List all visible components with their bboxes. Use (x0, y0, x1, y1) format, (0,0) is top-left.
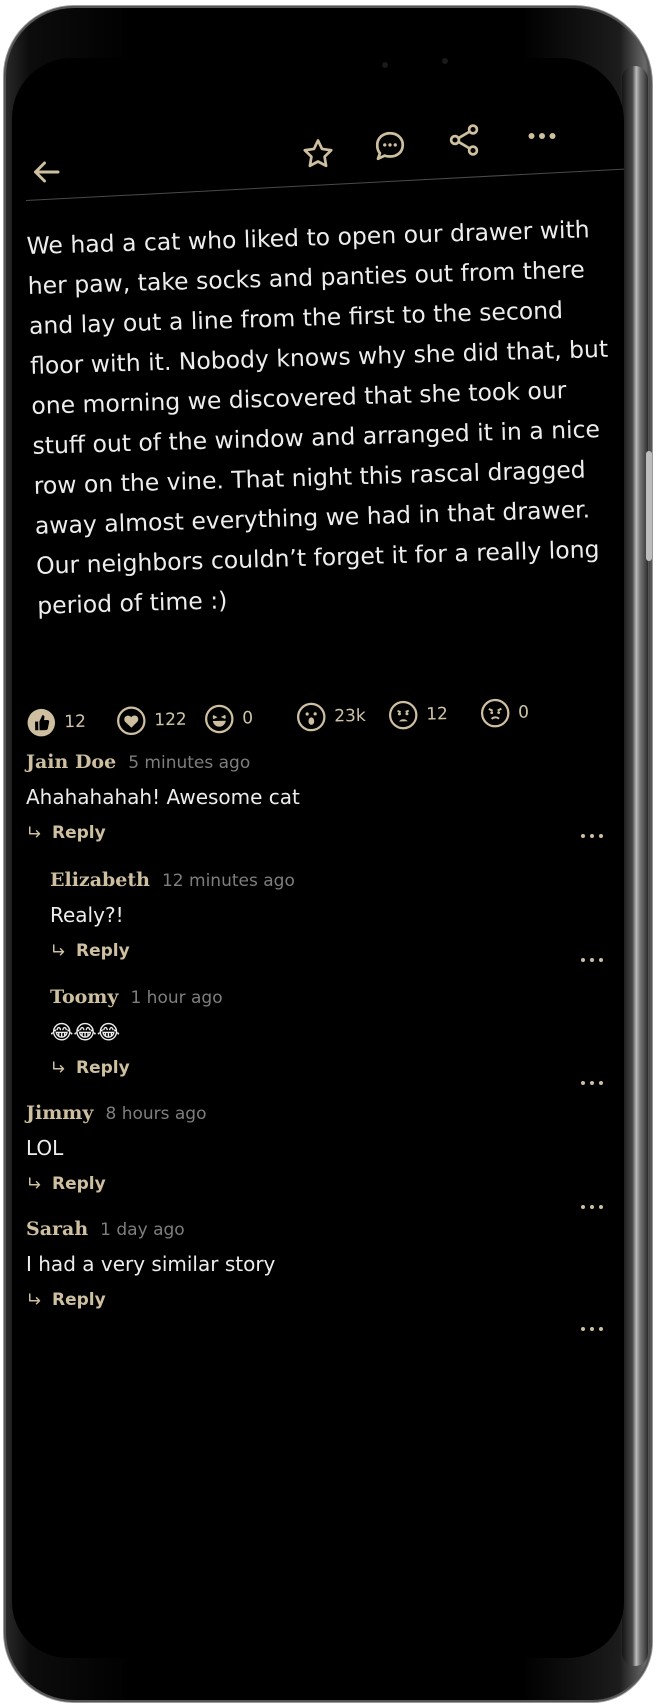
comment-item: Jimmy 8 hours ago LOL Reply (26, 1102, 603, 1209)
reply-arrow-icon (53, 944, 65, 956)
reply-label: Reply (76, 1058, 130, 1078)
comment-more-button[interactable] (580, 1196, 608, 1209)
reaction-count: 122 (154, 709, 187, 731)
reply-label: Reply (52, 1290, 106, 1310)
post-body: We had a cat who liked to open our drawe… (26, 215, 609, 620)
comment-time: 12 minutes ago (161, 871, 295, 891)
comment-body: 😂😂😂 (50, 1020, 121, 1044)
more-icon (528, 133, 556, 139)
more-icon (581, 1327, 603, 1331)
sad-icon (388, 700, 419, 731)
reply-button[interactable]: Reply (26, 823, 586, 843)
comment-body: Realy?! (50, 903, 124, 927)
comment-more-button[interactable] (580, 949, 608, 962)
reply-arrow-icon (53, 1061, 65, 1073)
comment-body: LOL (26, 1136, 64, 1160)
reaction-angry[interactable]: 0 (480, 697, 529, 728)
back-button[interactable] (24, 150, 68, 194)
comment-author[interactable]: Elizabeth (50, 869, 150, 891)
reply-button[interactable]: Reply (50, 941, 586, 961)
reaction-count: 23k (334, 705, 366, 727)
comment-more-button[interactable] (580, 1318, 608, 1331)
comment-item: Sarah 1 day ago I had a very similar sto… (26, 1218, 603, 1331)
favorite-button[interactable] (296, 132, 340, 176)
top-app-bar (12, 58, 624, 208)
arrow-left-icon (34, 161, 60, 183)
more-icon (581, 1081, 603, 1085)
comment-author[interactable]: Sarah (26, 1218, 88, 1240)
side-button (646, 451, 652, 561)
more-icon (581, 958, 603, 962)
comment-more-button[interactable] (580, 1072, 608, 1085)
reaction-like[interactable]: 12 (26, 707, 86, 738)
reaction-count: 0 (242, 708, 254, 729)
reply-button[interactable]: Reply (50, 1058, 586, 1078)
comment-author[interactable]: Toomy (50, 986, 118, 1008)
reply-label: Reply (52, 1174, 106, 1194)
angry-icon (480, 698, 511, 729)
reactions-bar: 12 122 0 23k 12 0 (26, 696, 607, 748)
comment-time: 1 day ago (100, 1220, 185, 1240)
more-icon (581, 1205, 603, 1209)
comment-time: 5 minutes ago (128, 753, 251, 773)
reply-label: Reply (76, 941, 130, 961)
reaction-sad[interactable]: 12 (388, 699, 448, 730)
comment-item: Jain Doe 5 minutes ago Ahahahahah! Aweso… (26, 751, 603, 843)
comment-body: Ahahahahah! Awesome cat (26, 785, 300, 809)
comment-author[interactable]: Jain Doe (26, 751, 116, 773)
star-icon (303, 139, 333, 168)
reply-arrow-icon (29, 1177, 41, 1189)
comment-item: Elizabeth 12 minutes ago Realy?! Reply (50, 869, 603, 962)
reaction-love[interactable]: 122 (116, 705, 187, 736)
reply-label: Reply (52, 823, 106, 843)
share-icon (449, 124, 479, 156)
comment-time: 1 hour ago (130, 988, 223, 1008)
comment-author[interactable]: Jimmy (26, 1102, 93, 1124)
heart-icon (116, 705, 147, 736)
more-options-button[interactable] (520, 114, 564, 158)
share-button[interactable] (442, 118, 486, 162)
more-icon (581, 834, 603, 838)
reply-button[interactable]: Reply (26, 1174, 586, 1194)
reaction-count: 0 (517, 702, 530, 723)
comments-button[interactable] (368, 124, 412, 168)
wow-icon (296, 702, 327, 733)
comment-item: Toomy 1 hour ago 😂😂😂 Reply (50, 986, 603, 1085)
comment-time: 8 hours ago (105, 1104, 207, 1124)
comment-icon (375, 131, 405, 161)
reaction-count: 12 (426, 704, 449, 725)
screen: We had a cat who liked to open our drawe… (12, 58, 624, 1658)
comment-body: I had a very similar story (26, 1252, 276, 1276)
comment-more-button[interactable] (580, 825, 608, 838)
reply-button[interactable]: Reply (26, 1290, 586, 1310)
reaction-wow[interactable]: 23k (296, 701, 366, 732)
reply-arrow-icon (29, 1293, 41, 1305)
thumbs-up-icon (26, 707, 57, 738)
reaction-count: 12 (64, 711, 87, 733)
reaction-laugh[interactable]: 0 (204, 703, 253, 734)
phone-edge (622, 66, 648, 1666)
reply-arrow-icon (29, 826, 41, 838)
phone-frame: We had a cat who liked to open our drawe… (4, 6, 652, 1702)
laugh-icon (204, 704, 235, 735)
